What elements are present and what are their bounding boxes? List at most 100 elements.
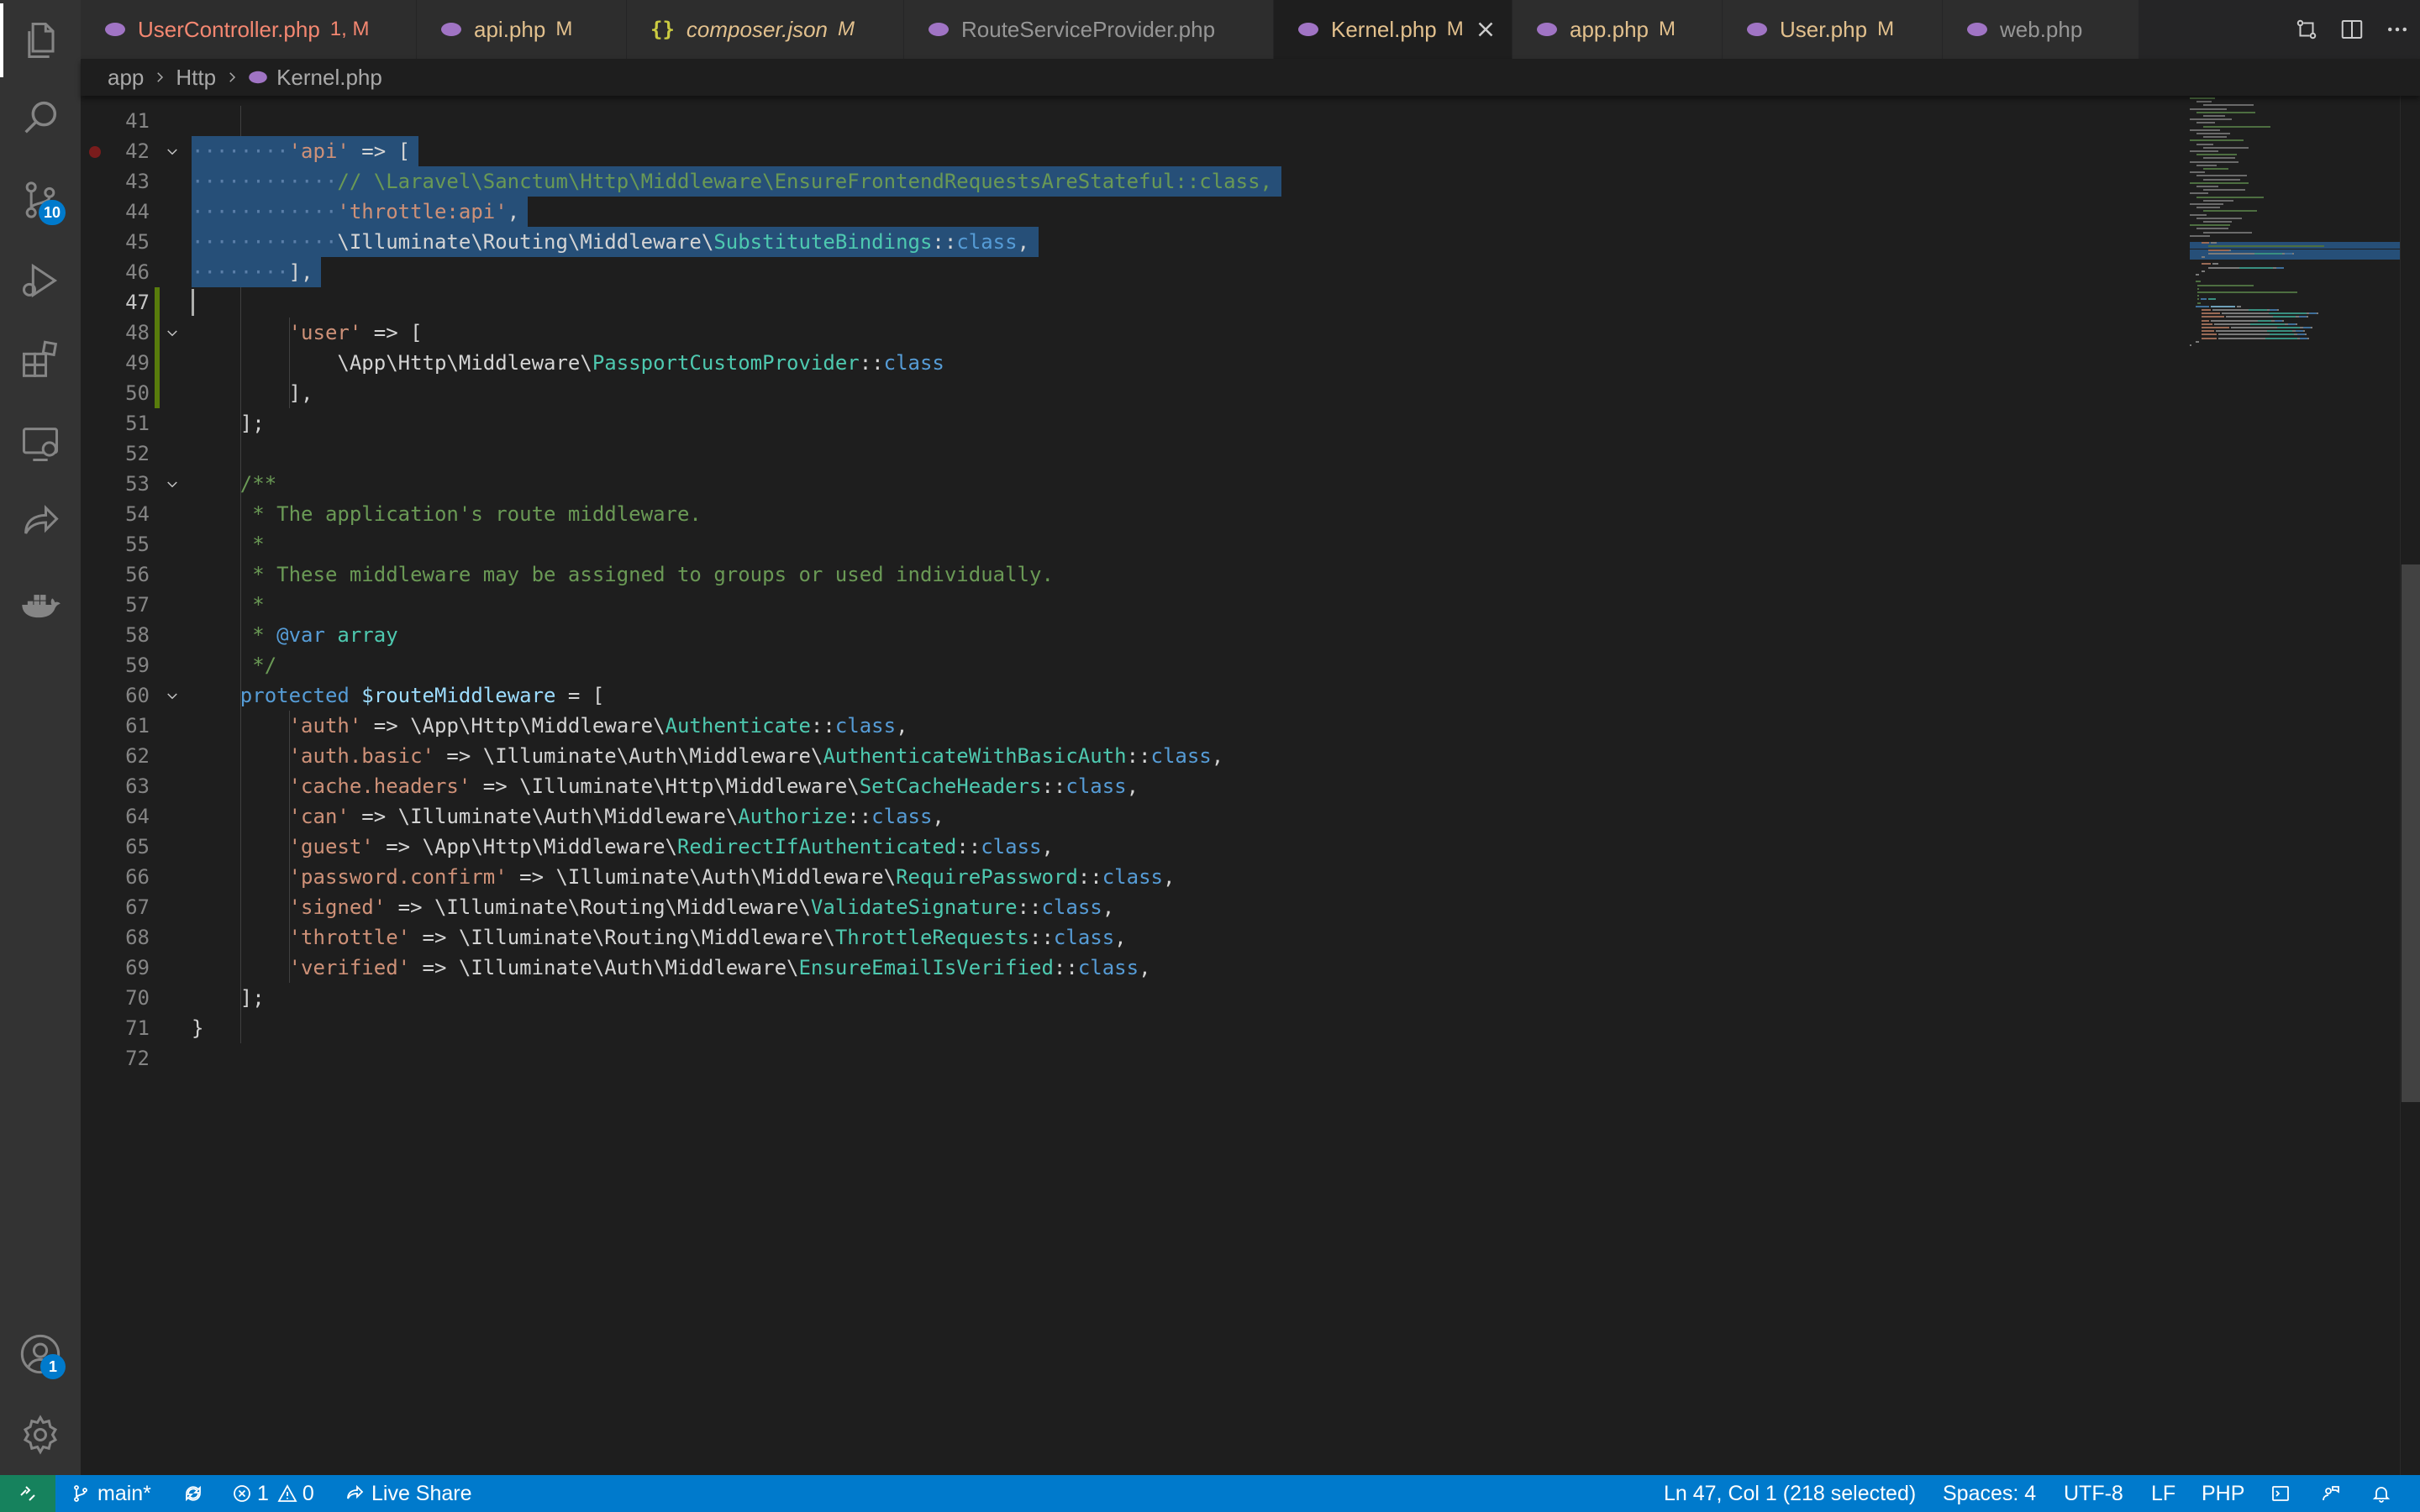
chevron-down-icon[interactable]: [165, 477, 180, 492]
code-line[interactable]: 56 * These middleware may be assigned to…: [81, 559, 2190, 590]
minimap-line: [2202, 312, 2220, 315]
breakpoint-icon[interactable]: [89, 146, 101, 158]
tab-label: RouteServiceProvider.php: [961, 16, 1216, 42]
docker-button[interactable]: [0, 568, 81, 642]
code-line[interactable]: 70 ];: [81, 983, 2190, 1013]
accounts-button[interactable]: 1: [0, 1317, 81, 1391]
line-number: 54: [125, 502, 150, 526]
tab-status: M: [1658, 18, 1676, 40]
notifications-button[interactable]: [2371, 1475, 2391, 1512]
code-line[interactable]: 59 */: [81, 650, 2190, 680]
code-line[interactable]: 49 \App\Http\Middleware\PassportCustomPr…: [81, 348, 2190, 378]
cursor-position[interactable]: Ln 47, Col 1 (218 selected): [1664, 1475, 1916, 1512]
code-line[interactable]: 71}: [81, 1013, 2190, 1043]
error-icon: [234, 1485, 250, 1502]
code-line[interactable]: 72: [81, 1043, 2190, 1074]
scrollbar-thumb[interactable]: [2402, 564, 2420, 1102]
code-text: *: [192, 593, 265, 617]
run-debug-button[interactable]: [0, 244, 81, 318]
chevron-down-icon[interactable]: [165, 689, 180, 704]
open-changes-button[interactable]: [2284, 0, 2329, 59]
encoding-indicator[interactable]: UTF-8: [2064, 1475, 2123, 1512]
code-line[interactable]: 69 'verified' => \Illuminate\Auth\Middle…: [81, 953, 2190, 983]
indentation-indicator[interactable]: Spaces: 4: [1943, 1475, 2036, 1512]
breadcrumb-item-http[interactable]: Http: [176, 65, 216, 91]
minimap-line: [2213, 323, 2250, 325]
code-line[interactable]: 51 ];: [81, 408, 2190, 438]
breadcrumb-item-kernel[interactable]: Kernel.php: [276, 65, 382, 91]
code-line[interactable]: 52: [81, 438, 2190, 469]
code-line[interactable]: 68 'throttle' => \Illuminate\Routing\Mid…: [81, 922, 2190, 953]
code-line[interactable]: 46 ········],: [81, 257, 2190, 287]
code-line[interactable]: 55 *: [81, 529, 2190, 559]
code-text: 'auth' => \App\Http\Middleware\Authentic…: [288, 714, 908, 738]
chevron-down-icon[interactable]: [165, 144, 180, 160]
extensions-icon: [22, 340, 58, 377]
remote-explorer-button[interactable]: [0, 407, 81, 480]
minimap-line: [2275, 266, 2284, 269]
code-line[interactable]: 50 ],: [81, 378, 2190, 408]
breadcrumb-item-app[interactable]: app: [108, 65, 144, 91]
code-line[interactable]: 48 'user' => [: [81, 318, 2190, 348]
code-line[interactable]: 47: [81, 287, 2190, 318]
minimap[interactable]: [2190, 96, 2400, 1475]
live-share-button[interactable]: [0, 486, 81, 559]
code-text: */: [192, 654, 277, 677]
source-control-button[interactable]: 10: [0, 163, 81, 237]
git-added-marker[interactable]: [155, 287, 160, 318]
search-button[interactable]: [0, 81, 81, 155]
language-mode[interactable]: PHP: [2202, 1475, 2244, 1512]
code-line[interactable]: 44 ············'throttle:api',: [81, 197, 2190, 227]
code-line[interactable]: 54 * The application's route middleware.: [81, 499, 2190, 529]
tab-web[interactable]: web.php: [1943, 0, 2139, 59]
tab-composer-json[interactable]: {} composer.json M: [627, 0, 904, 59]
tab-label: UserController.php: [138, 16, 320, 42]
tab-api[interactable]: api.php M: [417, 0, 627, 59]
minimap-line: [2196, 175, 2247, 177]
live-share-status[interactable]: Live Share: [345, 1475, 472, 1512]
branch-indicator[interactable]: main*: [71, 1475, 151, 1512]
explorer-button[interactable]: [0, 3, 81, 77]
code-line[interactable]: 57 *: [81, 590, 2190, 620]
feedback-button[interactable]: [2321, 1475, 2341, 1512]
code-line[interactable]: 63 'cache.headers' => \Illuminate\Http\M…: [81, 771, 2190, 801]
code-line[interactable]: 67 'signed' => \Illuminate\Routing\Middl…: [81, 892, 2190, 922]
tab-status: 1, M: [329, 18, 370, 40]
code-line[interactable]: 41: [81, 106, 2190, 136]
split-editor-button[interactable]: [2329, 0, 2375, 59]
problems-indicator[interactable]: 1 0: [232, 1475, 314, 1512]
code-line[interactable]: 65 'guest' => \App\Http\Middleware\Redir…: [81, 832, 2190, 862]
code-line[interactable]: 53 /**: [81, 469, 2190, 499]
tab-kernel[interactable]: Kernel.php M: [1274, 0, 1512, 59]
code-line[interactable]: 60 protected $routeMiddleware = [: [81, 680, 2190, 711]
git-added-marker[interactable]: [155, 378, 160, 408]
terminal-button[interactable]: [2270, 1475, 2291, 1512]
code-line[interactable]: 45 ············\Illuminate\Routing\Middle…: [81, 227, 2190, 257]
code-line[interactable]: 61 'auth' => \App\Http\Middleware\Authen…: [81, 711, 2190, 741]
tab-usercontroller[interactable]: UserController.php 1, M: [81, 0, 417, 59]
tab-routeserviceprovider[interactable]: RouteServiceProvider.php: [904, 0, 1274, 59]
tab-app[interactable]: app.php M: [1512, 0, 1723, 59]
remote-indicator[interactable]: [0, 1475, 55, 1512]
minimap-line: [2196, 186, 2218, 187]
chevron-down-icon[interactable]: [165, 326, 180, 341]
code-line[interactable]: 58 * @var array: [81, 620, 2190, 650]
eol-indicator[interactable]: LF: [2151, 1475, 2175, 1512]
git-added-marker[interactable]: [155, 318, 160, 348]
close-icon[interactable]: [1473, 17, 1498, 42]
minimap-line: [2202, 337, 2217, 339]
minimap-line: [2202, 309, 2212, 311]
git-added-marker[interactable]: [155, 348, 160, 378]
code-line[interactable]: 43 ············// \Laravel\Sanctum\Http\M…: [81, 166, 2190, 197]
code-text: }: [192, 1016, 204, 1040]
tab-user[interactable]: User.php M: [1723, 0, 1943, 59]
settings-button[interactable]: [0, 1398, 81, 1472]
code-editor[interactable]: 41 42 ········'api' => [43 ············// …: [81, 96, 2190, 1475]
more-actions-button[interactable]: [2375, 0, 2420, 59]
code-line[interactable]: 66 'password.confirm' => \Illuminate\Aut…: [81, 862, 2190, 892]
code-line[interactable]: 64 'can' => \Illuminate\Auth\Middleware\…: [81, 801, 2190, 832]
extensions-button[interactable]: [0, 324, 81, 398]
code-line[interactable]: 42 ········'api' => [: [81, 136, 2190, 166]
sync-button[interactable]: [183, 1475, 203, 1512]
code-line[interactable]: 62 'auth.basic' => \Illuminate\Auth\Midd…: [81, 741, 2190, 771]
